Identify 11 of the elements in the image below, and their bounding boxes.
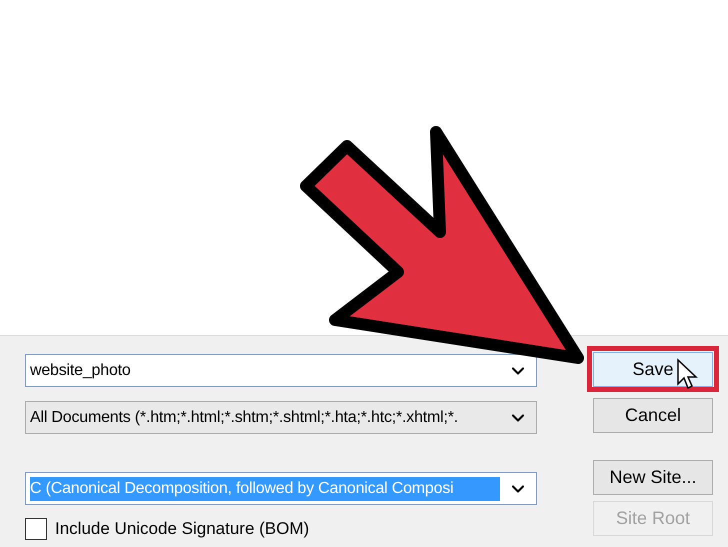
checkbox-label: Include Unicode Signature (BOM) — [55, 518, 310, 540]
field-value: C (Canonical Decomposition, followed by Canonical Composi — [30, 476, 500, 500]
filename-field[interactable]: website_photo — [25, 354, 537, 387]
file-type-dropdown[interactable]: All Documents (*.htm;*.html;*.shtm;*.shtml;*.hta;*.htc;*.xhtml;*. — [25, 401, 537, 434]
dialog-button[interactable]: Cancel — [593, 398, 713, 433]
save-button[interactable]: Save — [593, 352, 713, 386]
dialog-button[interactable]: New Site... — [593, 460, 713, 495]
mouse-cursor-icon — [676, 358, 698, 390]
checkbox[interactable] — [25, 518, 47, 540]
field-value: website_photo — [30, 360, 132, 380]
field-value: All Documents (*.htm;*.html;*.shtm;*.shtml;*.hta;*.htc;*.xhtml;*. — [30, 408, 460, 428]
